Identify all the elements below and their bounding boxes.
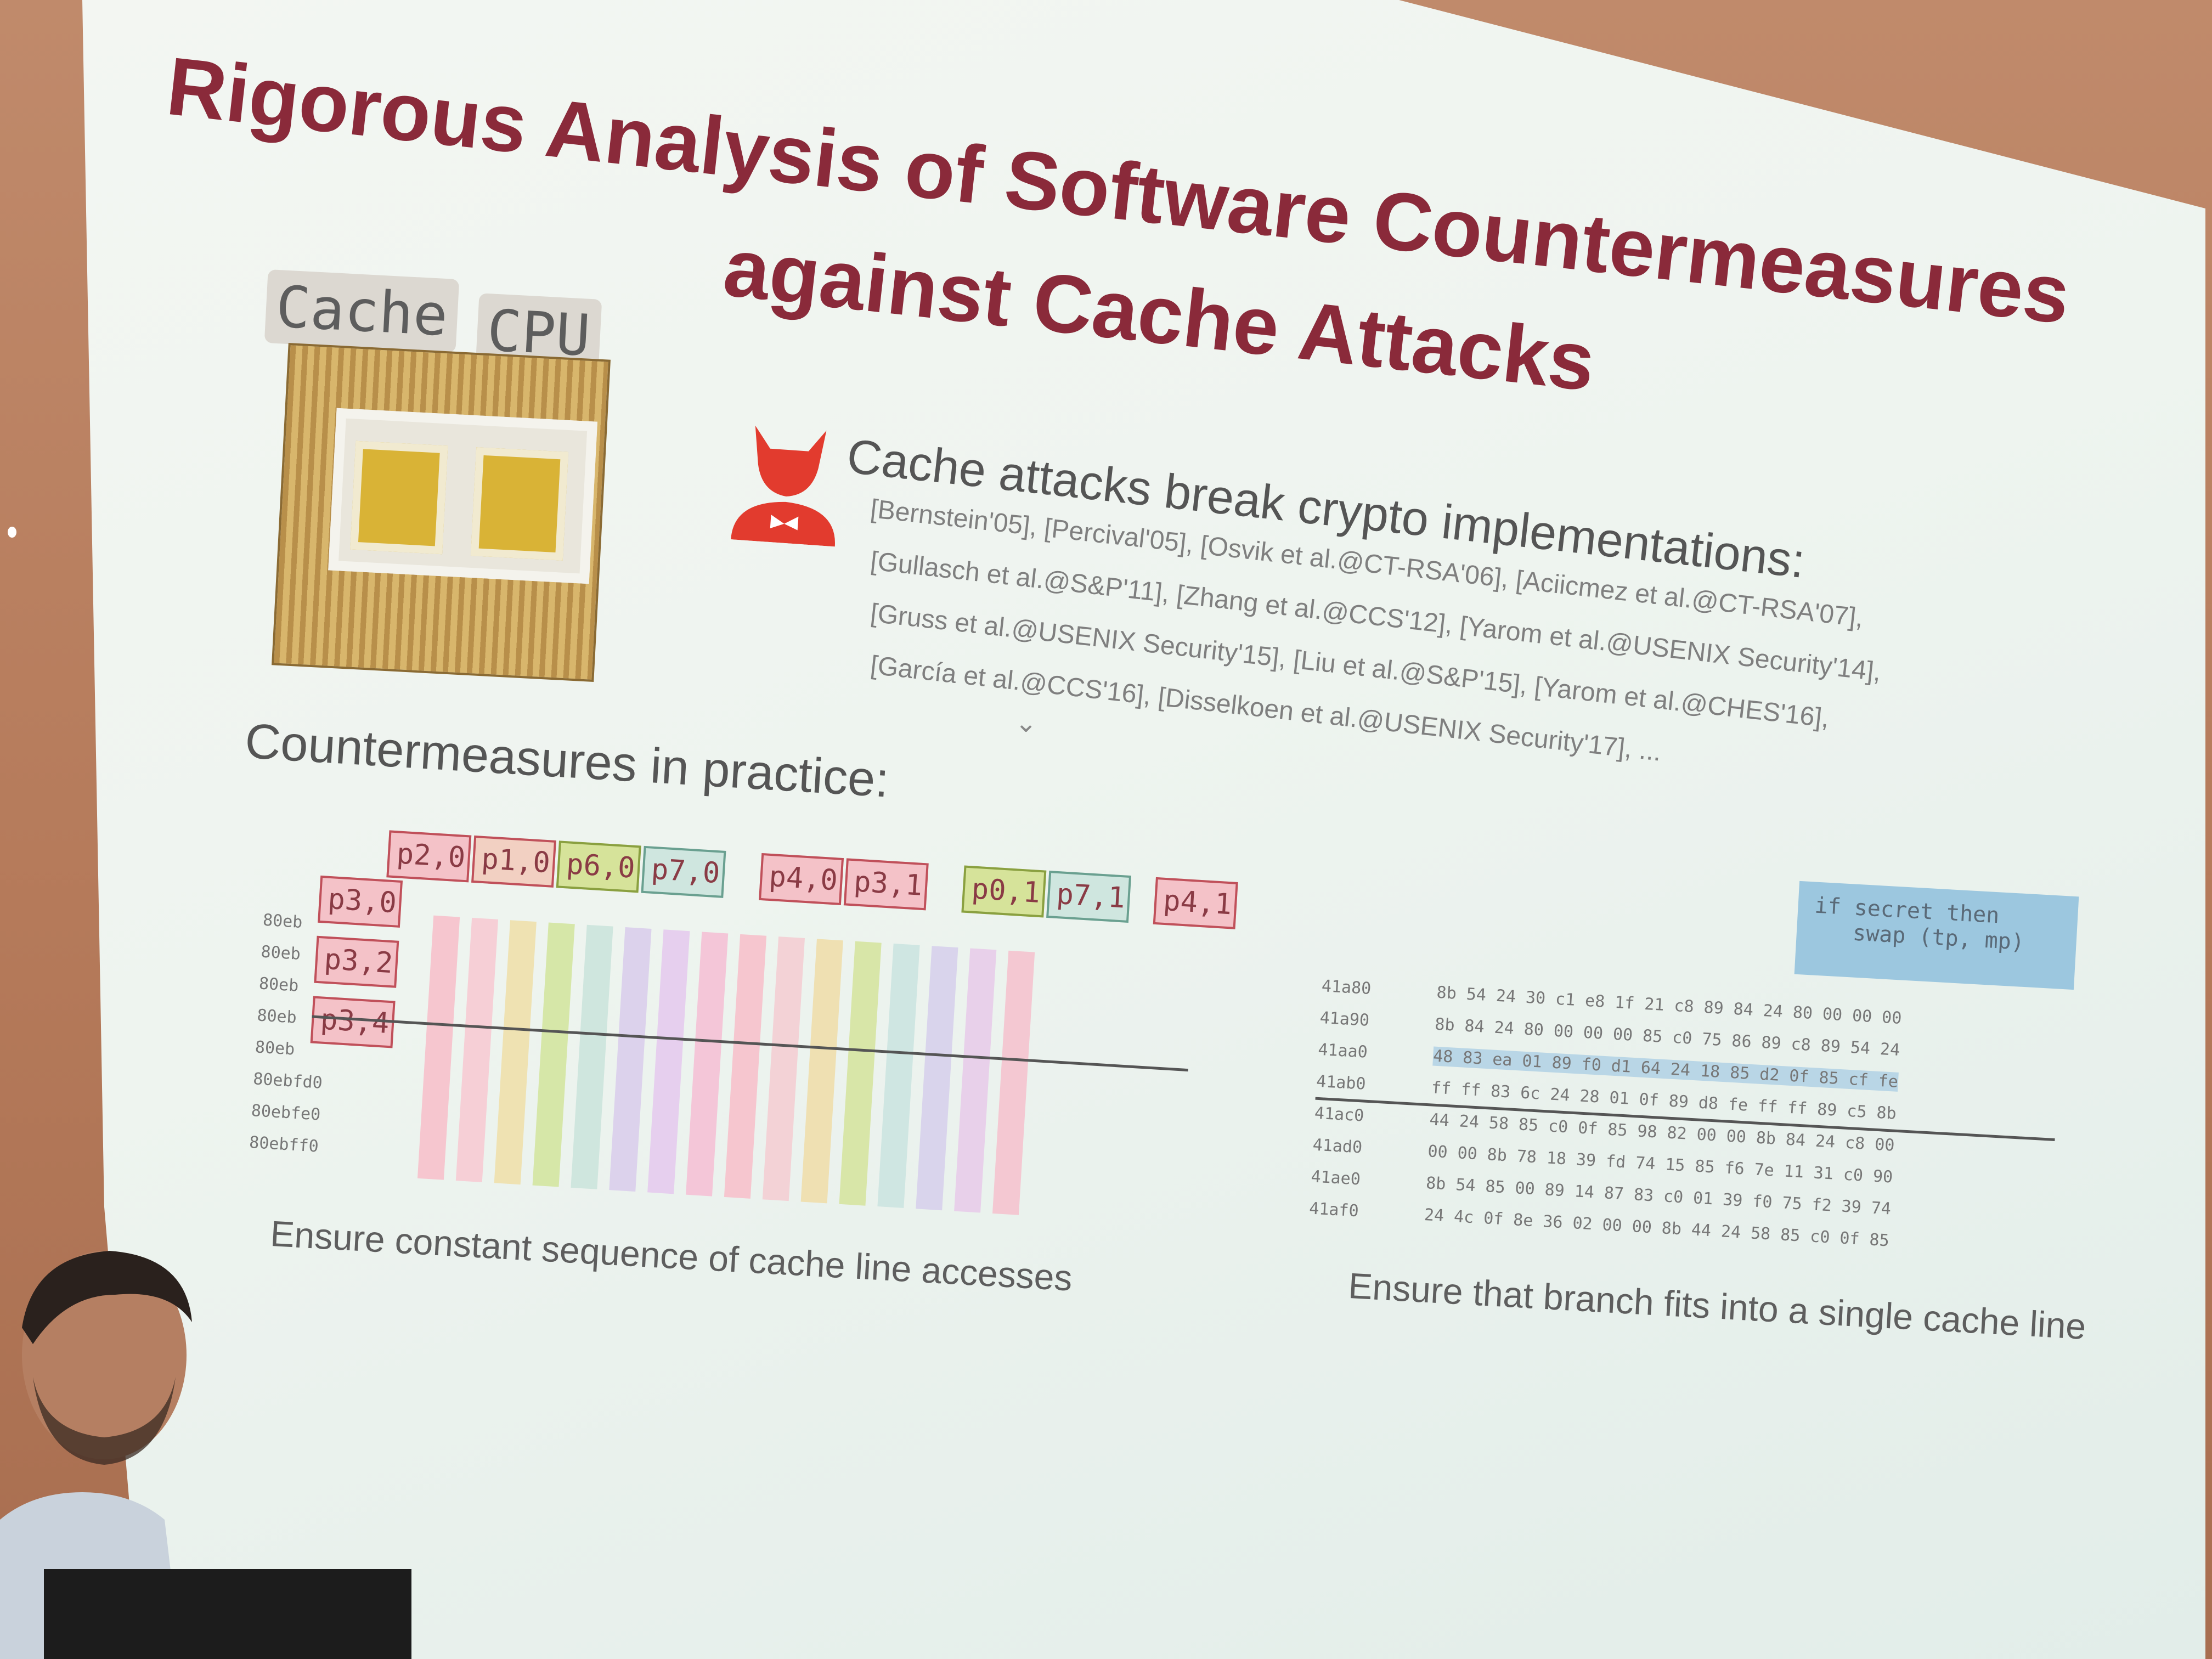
tag-p7-1: p7,1 bbox=[1046, 870, 1132, 923]
cpu-chip-icon bbox=[272, 343, 611, 682]
cache-line-grid: 80eb 80eb 80eb 80eb 80eb 80ebfd0 80ebfe0… bbox=[245, 823, 1238, 1263]
hex-address: 41ac0 bbox=[1314, 1103, 1365, 1126]
cache-column bbox=[992, 950, 1035, 1215]
cache-column bbox=[800, 939, 843, 1204]
grid-address: 80ebfe0 bbox=[250, 1101, 321, 1125]
cache-core bbox=[350, 441, 448, 555]
hex-address: 41a80 bbox=[1321, 977, 1372, 998]
grid-address: 80eb bbox=[260, 942, 301, 964]
hex-address: 41af0 bbox=[1308, 1199, 1359, 1221]
cache-column bbox=[609, 927, 652, 1192]
devil-icon bbox=[731, 425, 835, 547]
cache-column bbox=[686, 932, 729, 1197]
cache-column bbox=[916, 946, 958, 1211]
cache-column bbox=[494, 920, 537, 1185]
wall-light bbox=[8, 527, 16, 538]
cpu-core bbox=[470, 447, 569, 561]
laptop-lectern bbox=[44, 1569, 411, 1659]
cache-column bbox=[571, 924, 613, 1189]
cache-column bbox=[724, 934, 767, 1199]
grid-address: 80eb bbox=[256, 1006, 297, 1028]
chip-die bbox=[328, 408, 598, 584]
tag-p4-0: p4,0 bbox=[759, 853, 844, 905]
grid-address: 80eb bbox=[254, 1037, 296, 1059]
cache-column bbox=[954, 948, 997, 1213]
grid-address: 80eb bbox=[258, 974, 300, 996]
tag-p7-0: p7,0 bbox=[641, 845, 726, 898]
grid-address: 80ebff0 bbox=[249, 1132, 319, 1156]
hex-address: 41ab0 bbox=[1316, 1071, 1367, 1094]
cache-label: Cache bbox=[264, 269, 460, 353]
cache-column bbox=[839, 941, 882, 1206]
grid-address: 80ebfd0 bbox=[252, 1069, 323, 1093]
cache-column bbox=[417, 915, 460, 1180]
cache-column bbox=[455, 917, 499, 1182]
hex-address: 41ad0 bbox=[1312, 1135, 1363, 1158]
tag-p4-1: p4,1 bbox=[1153, 877, 1238, 929]
cache-column bbox=[762, 936, 805, 1201]
grid-address: 80eb bbox=[262, 910, 303, 933]
code-snippet: if secret then swap (tp, mp) bbox=[1794, 881, 2079, 990]
cache-column bbox=[532, 922, 575, 1187]
cache-column bbox=[647, 929, 690, 1194]
hex-address: 41aa0 bbox=[1317, 1040, 1368, 1062]
tag-p3-2: p3,2 bbox=[314, 935, 399, 988]
hex-address: 41a90 bbox=[1319, 1008, 1370, 1030]
tag-p1-0: p1,0 bbox=[471, 835, 557, 888]
tag-p3-1: p3,1 bbox=[843, 858, 929, 911]
chevron-down-icon: ⌄ bbox=[1015, 709, 1037, 738]
tag-p6-0: p6,0 bbox=[556, 840, 641, 893]
cache-column bbox=[877, 943, 920, 1208]
hex-address: 41ae0 bbox=[1310, 1167, 1361, 1189]
tag-p0-1: p0,1 bbox=[961, 865, 1047, 918]
tag-p2-0: p2,0 bbox=[386, 830, 472, 883]
hex-dump: 41a80 41a90 41aa0 41ab0 41ac0 41ad0 41ae… bbox=[1306, 977, 2062, 1303]
tag-p3-0: p3,0 bbox=[318, 875, 403, 928]
